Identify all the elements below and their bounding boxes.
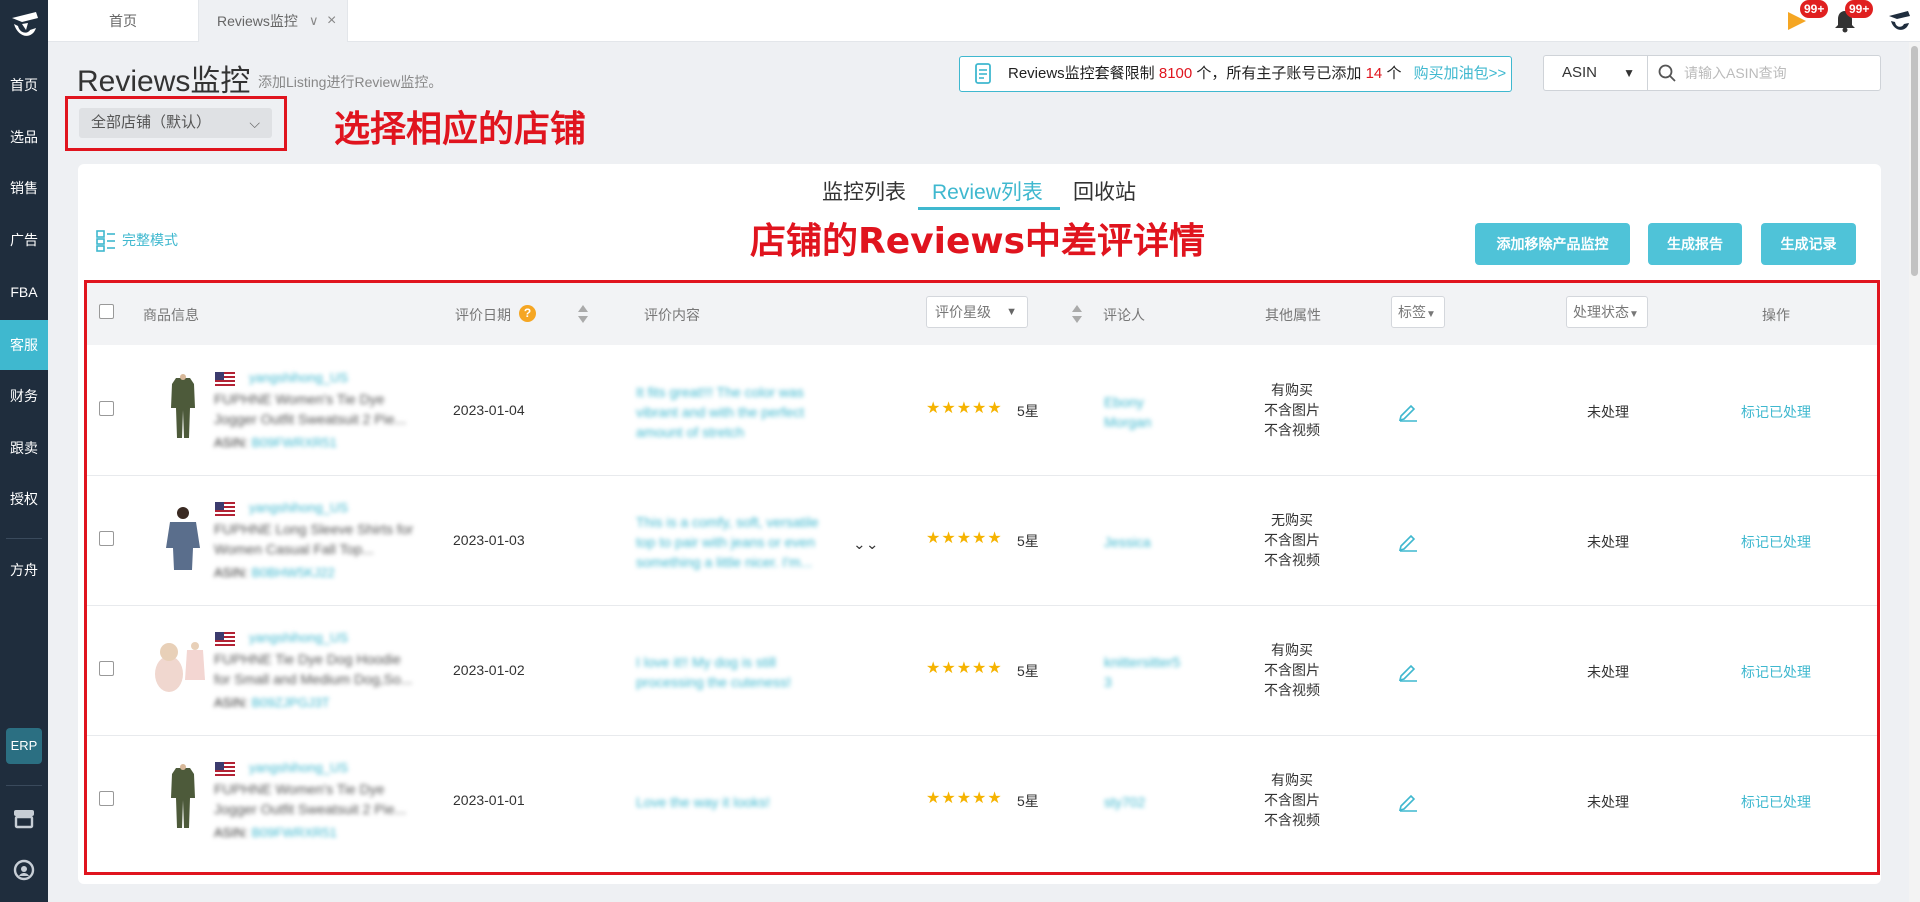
subtab-review-list[interactable]: Review列表 xyxy=(932,176,1043,206)
search-type-value: ASIN xyxy=(1562,64,1598,81)
annotation-bad-reviews: 店铺的Reviews中差评详情 xyxy=(750,221,1206,262)
list-view-icon xyxy=(96,230,115,252)
sidebar-item-fba[interactable]: FBA xyxy=(0,267,48,317)
chevron-down-icon: ⌵ xyxy=(249,115,260,131)
sidebar: 首页 选品 销售 广告 FBA 客服 财务 跟卖 授权 方舟 ERP xyxy=(0,0,48,902)
asin-search-input[interactable]: 请输入ASIN查询 xyxy=(1647,55,1881,91)
asin-search-placeholder: 请输入ASIN查询 xyxy=(1684,65,1787,81)
active-subtab-indicator xyxy=(918,207,1060,210)
app-logo-icon[interactable] xyxy=(8,8,40,44)
document-icon xyxy=(975,63,991,84)
flag-badge: 99+ xyxy=(1800,0,1829,18)
quota-limit: 8100 xyxy=(1158,65,1193,82)
annotation-box-table xyxy=(84,280,1880,875)
sidebar-item-ark[interactable]: 方舟 xyxy=(0,545,48,595)
tab-reviews-monitor-label: Reviews监控 xyxy=(217,13,298,29)
generate-record-button[interactable]: 生成记录 xyxy=(1761,223,1856,265)
full-mode-toggle[interactable]: 完整模式 xyxy=(96,230,178,252)
quota-added: 14 xyxy=(1365,65,1383,82)
close-icon[interactable]: × xyxy=(327,0,336,42)
sidebar-divider xyxy=(6,538,42,539)
sidebar-item-follow-sell[interactable]: 跟卖 xyxy=(0,423,48,473)
tab-bar: 首页 Reviews监控 ∨ × 99+ 99+ xyxy=(48,0,1920,42)
annotation-select-store: 选择相应的店铺 xyxy=(334,109,587,150)
sidebar-item-finance[interactable]: 财务 xyxy=(0,371,48,421)
sidebar-item-home[interactable]: 首页 xyxy=(0,60,48,110)
buy-package-link[interactable]: 购买加油包>> xyxy=(1414,65,1507,82)
bell-badge: 99+ xyxy=(1845,0,1874,18)
store-select[interactable]: 全部店铺（默认） ⌵ xyxy=(79,108,272,138)
support-icon[interactable] xyxy=(12,858,36,882)
add-remove-monitor-button[interactable]: 添加移除产品监控 xyxy=(1475,223,1630,265)
search-icon xyxy=(1658,64,1676,82)
page-title: Reviews监控 xyxy=(77,65,251,98)
search-type-select[interactable]: ASIN ▼ xyxy=(1543,55,1647,91)
subtab-recycle-bin[interactable]: 回收站 xyxy=(1073,176,1136,206)
quota-middle: 个，所有主子账号已添加 xyxy=(1196,65,1362,82)
sidebar-divider xyxy=(6,785,42,786)
caret-down-icon: ▼ xyxy=(1623,66,1635,80)
sidebar-item-authorization[interactable]: 授权 xyxy=(0,474,48,524)
chevron-down-icon[interactable]: ∨ xyxy=(309,0,319,42)
store-select-value: 全部店铺（默认） xyxy=(91,114,212,131)
sidebar-erp-button[interactable]: ERP xyxy=(6,728,42,764)
quota-suffix: 个 xyxy=(1386,65,1402,82)
subtab-monitor-list[interactable]: 监控列表 xyxy=(822,176,906,206)
sidebar-item-ads[interactable]: 广告 xyxy=(0,215,48,265)
tab-home[interactable]: 首页 xyxy=(48,0,198,42)
page-subtitle: 添加Listing进行Review监控。 xyxy=(258,74,443,90)
sidebar-item-sales[interactable]: 销售 xyxy=(0,163,48,213)
quota-banner: Reviews监控套餐限制 8100 个，所有主子账号已添加 14 个 购买加油… xyxy=(959,56,1512,92)
user-avatar-icon[interactable] xyxy=(1886,8,1912,34)
sidebar-item-selection[interactable]: 选品 xyxy=(0,112,48,162)
page-scrollbar-thumb[interactable] xyxy=(1911,46,1918,276)
quota-prefix: Reviews监控套餐限制 xyxy=(1008,65,1155,82)
store-icon[interactable] xyxy=(12,806,36,830)
full-mode-label: 完整模式 xyxy=(122,232,178,248)
generate-report-button[interactable]: 生成报告 xyxy=(1648,223,1742,265)
tab-reviews-monitor[interactable]: Reviews监控 ∨ × xyxy=(198,0,348,42)
sidebar-item-customer-service[interactable]: 客服 xyxy=(0,320,48,370)
